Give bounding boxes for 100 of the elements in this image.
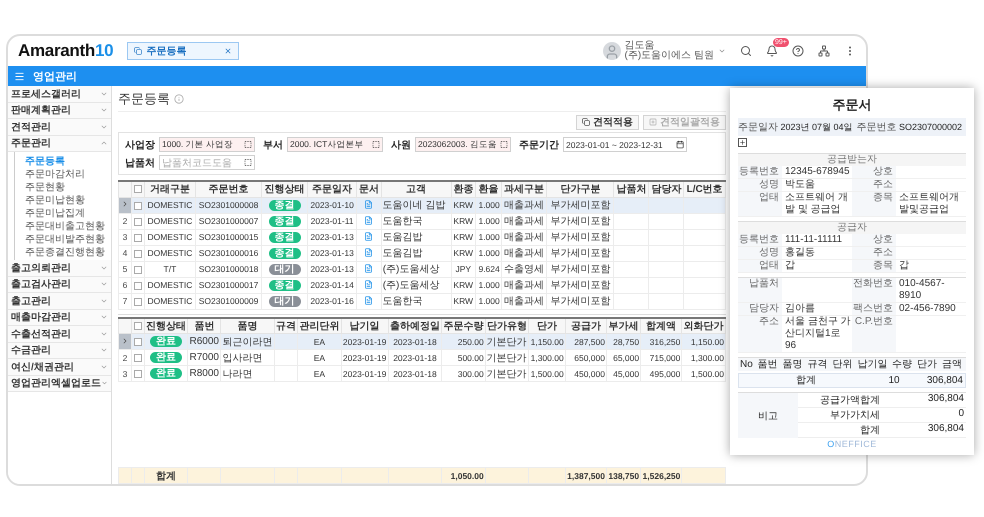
sidebar-item[interactable]: 판매계획관리	[8, 102, 111, 119]
checkbox[interactable]	[134, 322, 142, 330]
sidebar-item[interactable]: 출고검사관리	[8, 276, 111, 293]
field-label: 성명	[738, 179, 782, 191]
filter-field[interactable]: 2023062003. 김도움	[415, 137, 511, 152]
table-cell: 2023-01-16	[307, 293, 357, 309]
sidebar-item[interactable]: 주문관리	[8, 136, 111, 152]
row-header[interactable]: 3	[118, 229, 132, 245]
info-icon[interactable]	[174, 94, 184, 104]
close-icon[interactable]	[224, 47, 232, 55]
sidebar-subitem[interactable]: 주문마감처리	[23, 167, 87, 180]
row-header[interactable]: 5	[118, 261, 132, 277]
chevron-icon[interactable]	[718, 47, 726, 55]
help-button[interactable]	[792, 45, 804, 57]
field-label: 업태	[738, 192, 782, 216]
document-icon[interactable]	[364, 248, 374, 256]
column-header: No	[740, 358, 754, 371]
sum-value: 0	[957, 408, 965, 421]
table-cell: 도움이네 김밥	[381, 197, 452, 213]
checkbox[interactable]	[134, 266, 142, 274]
total-cell: 1,050.00	[442, 468, 486, 484]
filter-label: 사업장	[125, 138, 155, 152]
sidebar-item[interactable]: 수금관리	[8, 342, 111, 359]
row-header[interactable]: 4	[118, 245, 132, 261]
sum-value: 306,804	[926, 423, 965, 436]
total-cell: 1,387,500	[565, 468, 606, 484]
sidebar-subitem[interactable]: 주문종결진행현황	[23, 245, 107, 258]
checkbox[interactable]	[134, 218, 142, 226]
checkbox[interactable]	[134, 234, 142, 242]
document-icon[interactable]	[364, 296, 374, 304]
field-value: 소프트웨어 개발 및 공급업	[784, 192, 849, 216]
table-cell: 1.000	[475, 293, 502, 309]
checkbox[interactable]	[134, 185, 142, 194]
field-value: 02-456-7890	[898, 303, 957, 315]
column-header: 품번	[188, 318, 221, 334]
document-icon[interactable]	[364, 232, 374, 240]
filter-label: 주문기간	[519, 138, 559, 152]
filter-field[interactable]: 2000. ICT사업본부	[287, 137, 383, 152]
row-header[interactable]	[118, 197, 132, 213]
sidebar-item[interactable]: 프로세스갤러리	[8, 86, 111, 102]
sidebar-subitem[interactable]: 주문대비발주현황	[23, 232, 107, 245]
row-header[interactable]: 3	[118, 366, 132, 382]
sidebar-item[interactable]: 영업관리엑셀업로드	[8, 376, 111, 392]
column-header: 관리단위	[298, 318, 342, 334]
row-header[interactable]	[118, 334, 132, 350]
sidebar-item[interactable]: 출고관리	[8, 293, 111, 310]
search-button[interactable]	[740, 45, 752, 57]
checkbox[interactable]	[134, 202, 142, 210]
column-header: 규격	[274, 318, 298, 334]
checkbox[interactable]	[134, 298, 142, 306]
checkbox[interactable]	[134, 338, 142, 346]
sidebar-subitem[interactable]: 주문대비출고현황	[23, 219, 107, 232]
field-label: 전화번호	[852, 278, 896, 302]
table-cell: 기본단가	[485, 350, 529, 366]
open-tab[interactable]: 주문등록	[127, 42, 240, 60]
avatar-icon[interactable]	[602, 42, 621, 60]
expand-icon[interactable]	[738, 138, 747, 147]
calendar-icon[interactable]	[676, 140, 684, 149]
sidebar-item[interactable]: 출고의뢰관리	[8, 260, 111, 276]
checkbox[interactable]	[134, 370, 142, 378]
sidebar-item[interactable]: 매출마감관리	[8, 310, 111, 326]
user-company: (주)도움이에스 팀원	[624, 51, 714, 61]
checkbox[interactable]	[134, 282, 142, 290]
field-value: 111-11-11111	[784, 234, 844, 246]
sidebar-subitem[interactable]: 주문미납현황	[23, 193, 87, 206]
row-header[interactable]: 6	[118, 277, 132, 293]
chevron-icon	[121, 200, 129, 208]
filter-field[interactable]: 납품처코드도움	[159, 155, 255, 170]
checkbox[interactable]	[134, 250, 142, 258]
field-value: 박도움	[784, 179, 816, 191]
sidebar-subitem[interactable]: 주문미납집계	[23, 206, 87, 219]
sidebar-item[interactable]: 견적관리	[8, 119, 111, 136]
filter-field[interactable]: 2023-01-01 ~ 2023-12-31	[563, 137, 687, 152]
sidebar-item[interactable]: 여신/채권관리	[8, 359, 111, 376]
table-cell: KRW	[451, 293, 476, 309]
document-icon[interactable]	[364, 216, 374, 224]
toolbar-button[interactable]: 견적적용	[576, 114, 639, 130]
filter-field[interactable]: 1000. 기본 사업장	[159, 137, 255, 152]
sidebar-subitem[interactable]: 주문현황	[23, 180, 67, 193]
status-badge: 완료	[150, 352, 182, 363]
row-header[interactable]: 2	[118, 350, 132, 366]
menu-icon[interactable]	[14, 70, 25, 82]
document-icon[interactable]	[364, 264, 374, 272]
document-icon[interactable]	[364, 280, 374, 288]
document-icon[interactable]	[364, 200, 374, 208]
row-header[interactable]: 7	[118, 293, 132, 309]
table-cell: 2023-01-13	[307, 229, 357, 245]
column-header: 환종	[451, 181, 476, 197]
org-chart-button[interactable]	[818, 45, 830, 57]
column-header: 고객	[381, 181, 452, 197]
row-header[interactable]: 2	[118, 213, 132, 229]
field-value: 갑	[898, 260, 910, 272]
sidebar-item[interactable]: 수출선적관리	[8, 326, 111, 342]
notification-button[interactable]	[766, 45, 778, 57]
filter-label: 납품처	[125, 156, 155, 170]
table-cell: (주)도움세상	[381, 277, 452, 293]
table-cell: EA	[298, 350, 342, 366]
checkbox[interactable]	[134, 354, 142, 362]
table-cell: R7000	[188, 350, 221, 366]
copy-icon	[582, 118, 590, 126]
